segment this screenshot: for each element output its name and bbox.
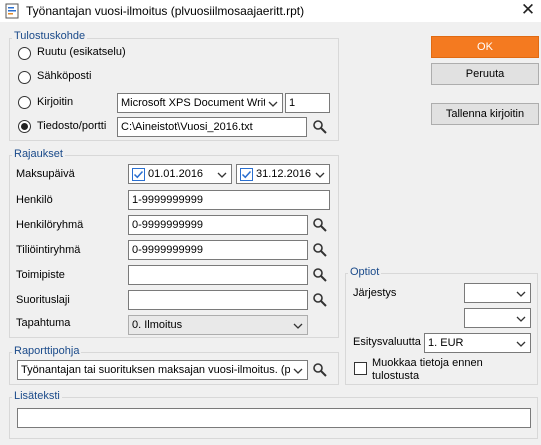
chevron-down-icon — [293, 323, 303, 329]
report-icon — [5, 3, 19, 19]
date-to-picker[interactable]: 31.12.2016 — [236, 164, 330, 184]
extra-text-input[interactable] — [17, 408, 531, 428]
chevron-down-icon — [516, 316, 526, 322]
template-group-label: Raporttipohja — [12, 345, 82, 357]
filters-group-label: Rajaukset — [12, 148, 65, 160]
radio-printer-label: Kirjoitin — [37, 96, 74, 108]
henkilo-label: Henkilö — [16, 194, 53, 206]
currency-label: Esitysvaluutta — [353, 336, 421, 348]
close-icon[interactable]: ✕ — [517, 1, 539, 21]
magnifier-icon[interactable] — [312, 242, 328, 258]
magnifier-icon[interactable] — [312, 267, 328, 283]
currency-value: 1. EUR — [428, 337, 464, 349]
chevron-down-icon — [217, 172, 227, 178]
chevron-down-icon — [516, 291, 526, 297]
radio-email-label: Sähköposti — [37, 70, 92, 82]
magnifier-icon[interactable] — [312, 217, 328, 233]
edit-before-print-checkbox[interactable] — [354, 362, 367, 375]
chevron-down-icon — [516, 341, 526, 347]
checkmark-icon — [241, 170, 252, 179]
henkiloryhma-label: Henkilöryhmä — [16, 219, 84, 231]
date-to-checkbox[interactable] — [240, 168, 253, 181]
chevron-down-icon — [315, 172, 325, 178]
tiliointiryhma-input[interactable]: 0-9999999999 — [128, 240, 308, 260]
printer-select-value: Microsoft XPS Document Write — [121, 97, 265, 109]
magnifier-icon[interactable] — [312, 119, 328, 135]
title-bar: Työnantajan vuosi-ilmoitus (plvuosiilmos… — [0, 0, 541, 22]
suorituslaji-input[interactable] — [128, 290, 308, 310]
toimipiste-label: Toimipiste — [16, 269, 65, 281]
cancel-button[interactable]: Peruuta — [431, 63, 539, 85]
date-from-checkbox[interactable] — [132, 168, 145, 181]
date-to-value: 31.12.2016 — [256, 168, 312, 180]
radio-printer[interactable] — [18, 96, 31, 109]
edit-before-print-label: Muokkaa tietoja ennen tulostusta — [372, 357, 483, 382]
copies-input[interactable]: 1 — [285, 93, 330, 113]
radio-screen-label: Ruutu (esikatselu) — [37, 46, 126, 58]
options-group-label: Optiot — [348, 266, 382, 278]
toimipiste-input[interactable] — [128, 265, 308, 285]
tapahtuma-label: Tapahtuma — [16, 317, 71, 329]
window-title: Työnantajan vuosi-ilmoitus (plvuosiilmos… — [26, 4, 305, 18]
magnifier-icon[interactable] — [312, 292, 328, 308]
template-select[interactable]: Työnantajan tai suorituksen maksajan vuo… — [17, 360, 308, 380]
suorituslaji-label: Suorituslaji — [16, 294, 70, 306]
magnifier-icon[interactable] — [312, 362, 328, 378]
sort-order-label: Järjestys — [353, 287, 397, 299]
printer-select[interactable]: Microsoft XPS Document Write — [117, 93, 283, 113]
currency-select[interactable]: 1. EUR — [424, 333, 531, 353]
date-from-picker[interactable]: 01.01.2016 — [128, 164, 232, 184]
radio-screen[interactable] — [18, 47, 31, 60]
tiliointiryhma-label: Tiliöintiryhmä — [16, 244, 81, 256]
tapahtuma-value: 0. Ilmoitus — [132, 319, 183, 331]
date-from-value: 01.01.2016 — [148, 168, 204, 180]
payment-date-label: Maksupäivä — [16, 168, 75, 180]
checkmark-icon — [133, 170, 144, 179]
radio-email[interactable] — [18, 71, 31, 84]
chevron-down-icon — [293, 368, 303, 374]
chevron-down-icon — [268, 101, 278, 107]
template-value: Työnantajan tai suorituksen maksajan vuo… — [21, 364, 290, 376]
file-path-input[interactable]: C:\Aineistot\Vuosi_2016.txt — [117, 117, 307, 137]
sort-select-1[interactable] — [464, 283, 531, 303]
henkilo-input[interactable]: 1-9999999999 — [128, 190, 330, 210]
extra-text-group-label: Lisäteksti — [12, 390, 62, 402]
tapahtuma-select[interactable]: 0. Ilmoitus — [128, 315, 308, 335]
radio-file-label: Tiedosto/portti — [37, 120, 107, 132]
output-group-label: Tulostuskohde — [12, 30, 88, 42]
henkiloryhma-input[interactable]: 0-9999999999 — [128, 215, 308, 235]
radio-file[interactable] — [18, 120, 31, 133]
save-printer-button[interactable]: Tallenna kirjoitin — [431, 103, 539, 125]
ok-button[interactable]: OK — [431, 36, 539, 58]
sort-select-2[interactable] — [464, 308, 531, 328]
